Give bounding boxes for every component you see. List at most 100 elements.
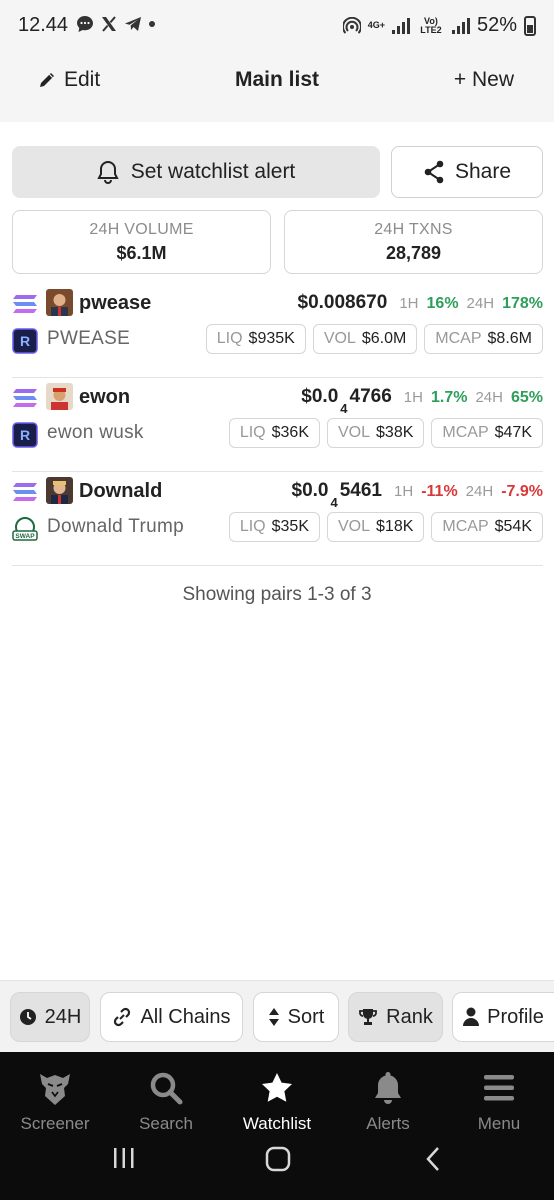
timeframe-label: 24H	[44, 1005, 82, 1028]
price-digits: 5461	[339, 480, 383, 501]
nav-search[interactable]: Search	[111, 1068, 221, 1134]
liquidity-pill: LIQ $35K	[228, 512, 320, 542]
new-list-button[interactable]: + New	[454, 68, 514, 92]
nav-screener[interactable]: Screener	[0, 1068, 110, 1134]
price-changes: $0.045461 1H -11% 24H -7.9%	[291, 480, 543, 510]
mcap-pill: MCAP $54K	[431, 512, 543, 542]
trophy-icon	[359, 1009, 378, 1025]
volume-pill: VOL $18K	[327, 512, 425, 542]
header: Edit Main list + New	[0, 52, 554, 122]
search-icon	[150, 1072, 183, 1105]
pill-value: $935K	[248, 330, 295, 347]
star-icon	[262, 1073, 292, 1102]
swap-badge-text: SWAP	[15, 533, 35, 540]
clock-icon	[19, 1009, 36, 1025]
pill-label: VOL	[338, 424, 371, 441]
change-1h-label: 1H	[394, 483, 414, 500]
pair-row[interactable]: R pwease PWEASE $0.008670 1H 16% 24H 178…	[12, 284, 543, 378]
price: $0.045461	[291, 480, 383, 510]
status-bar: 12.44 4G+ Vo) LTE2 52%	[0, 0, 554, 52]
pair-name: Downald Trump	[47, 516, 184, 537]
swap-icon: SWAP	[12, 517, 38, 541]
change-1h: 16%	[426, 295, 459, 312]
pill-label: LIQ	[239, 424, 266, 441]
pill-label: MCAP	[442, 518, 489, 535]
stat-value: 28,789	[385, 243, 442, 263]
home-icon[interactable]	[265, 1146, 291, 1172]
system-navigation	[0, 1146, 554, 1182]
profile-label: Profile	[487, 1005, 544, 1028]
pill-label: VOL	[338, 518, 371, 535]
change-1h: -11%	[421, 483, 458, 500]
price-changes: $0.008670 1H 16% 24H 178%	[298, 292, 544, 314]
bell-icon	[97, 160, 119, 184]
change-24h-label: 24H	[465, 483, 494, 500]
pill-value: $47K	[494, 424, 532, 441]
chains-label: All Chains	[140, 1005, 231, 1028]
price-main: $0.0	[301, 386, 339, 407]
timeframe-button[interactable]: 24H	[10, 992, 90, 1042]
pill-label: MCAP	[442, 424, 489, 441]
bell-icon	[375, 1072, 401, 1104]
pill-value: $8.6M	[487, 330, 532, 347]
stat-label: 24H VOLUME	[89, 221, 194, 238]
svg-text:R: R	[20, 333, 30, 349]
all-chains-button[interactable]: All Chains	[100, 992, 243, 1042]
share-icon	[424, 160, 444, 184]
rank-label: Rank	[386, 1005, 433, 1028]
pair-row[interactable]: SWAP Downald Downald Trump $0.045461 1H …	[12, 472, 543, 566]
pair-row[interactable]: R ewon ewon wusk $0.044766 1H 1.7% 24H 6…	[12, 378, 543, 472]
mcap-pill: MCAP $8.6M	[424, 324, 543, 354]
share-button[interactable]: Share	[391, 146, 543, 198]
token-avatar	[46, 383, 73, 410]
nav-watchlist[interactable]: Watchlist	[222, 1068, 332, 1134]
system-status: 4G+ Vo) LTE2 52%	[342, 14, 536, 37]
solana-icon	[13, 483, 37, 501]
volume-pill: VOL $38K	[327, 418, 425, 448]
back-icon[interactable]	[424, 1146, 442, 1172]
signal-icon	[391, 17, 410, 34]
price-changes: $0.044766 1H 1.7% 24H 65%	[301, 386, 543, 416]
price-main: $0.008670	[297, 292, 388, 313]
change-1h: 1.7%	[430, 389, 468, 406]
volume-pill: VOL $6.0M	[312, 324, 418, 354]
nav-label: Watchlist	[242, 1114, 312, 1133]
eagle-icon	[40, 1074, 70, 1105]
menu-icon	[484, 1075, 514, 1101]
svg-text:R: R	[20, 427, 30, 443]
pair-metrics: LIQ $935K VOL $6.0M MCAP $8.6M	[205, 324, 543, 354]
rank-button[interactable]: Rank	[348, 992, 443, 1042]
recent-apps-icon[interactable]	[112, 1146, 136, 1170]
set-watchlist-alert-button[interactable]: Set watchlist alert	[12, 146, 380, 198]
signal-icon-2	[451, 17, 470, 34]
pill-value: $38K	[376, 424, 414, 441]
volte-label: Vo) LTE2	[420, 15, 442, 35]
pair-metrics: LIQ $36K VOL $38K MCAP $47K	[228, 418, 543, 448]
sort-button[interactable]: Sort	[253, 992, 339, 1042]
user-icon	[463, 1007, 480, 1026]
change-1h-label: 1H	[403, 389, 423, 406]
nav-menu[interactable]: Menu	[444, 1068, 554, 1134]
stat-label: 24H TXNS	[374, 221, 453, 238]
filter-bar: 24H All Chains Sort Rank Profile	[0, 980, 554, 1052]
profile-button[interactable]: Profile	[452, 992, 554, 1042]
link-icon	[114, 1007, 131, 1027]
liquidity-pill: LIQ $935K	[205, 324, 306, 354]
x-icon	[102, 16, 116, 32]
alert-label: Set watchlist alert	[130, 160, 296, 183]
network-type: 4G+	[367, 20, 385, 30]
pair-metrics: LIQ $35K VOL $18K MCAP $54K	[228, 512, 543, 542]
price-zero-count: 4	[340, 400, 348, 416]
share-label: Share	[454, 160, 512, 183]
nav-alerts[interactable]: Alerts	[333, 1068, 443, 1134]
pill-value: $54K	[494, 518, 532, 535]
mcap-pill: MCAP $47K	[431, 418, 543, 448]
pill-value: $18K	[376, 518, 414, 535]
battery-icon	[524, 15, 536, 36]
telegram-icon	[125, 17, 141, 31]
nav-label: Screener	[20, 1114, 90, 1133]
stat-txns: 24H TXNS 28,789	[284, 210, 543, 274]
sort-icon	[268, 1008, 279, 1026]
pill-value: $36K	[271, 424, 309, 441]
price-main: $0.0	[291, 480, 329, 501]
